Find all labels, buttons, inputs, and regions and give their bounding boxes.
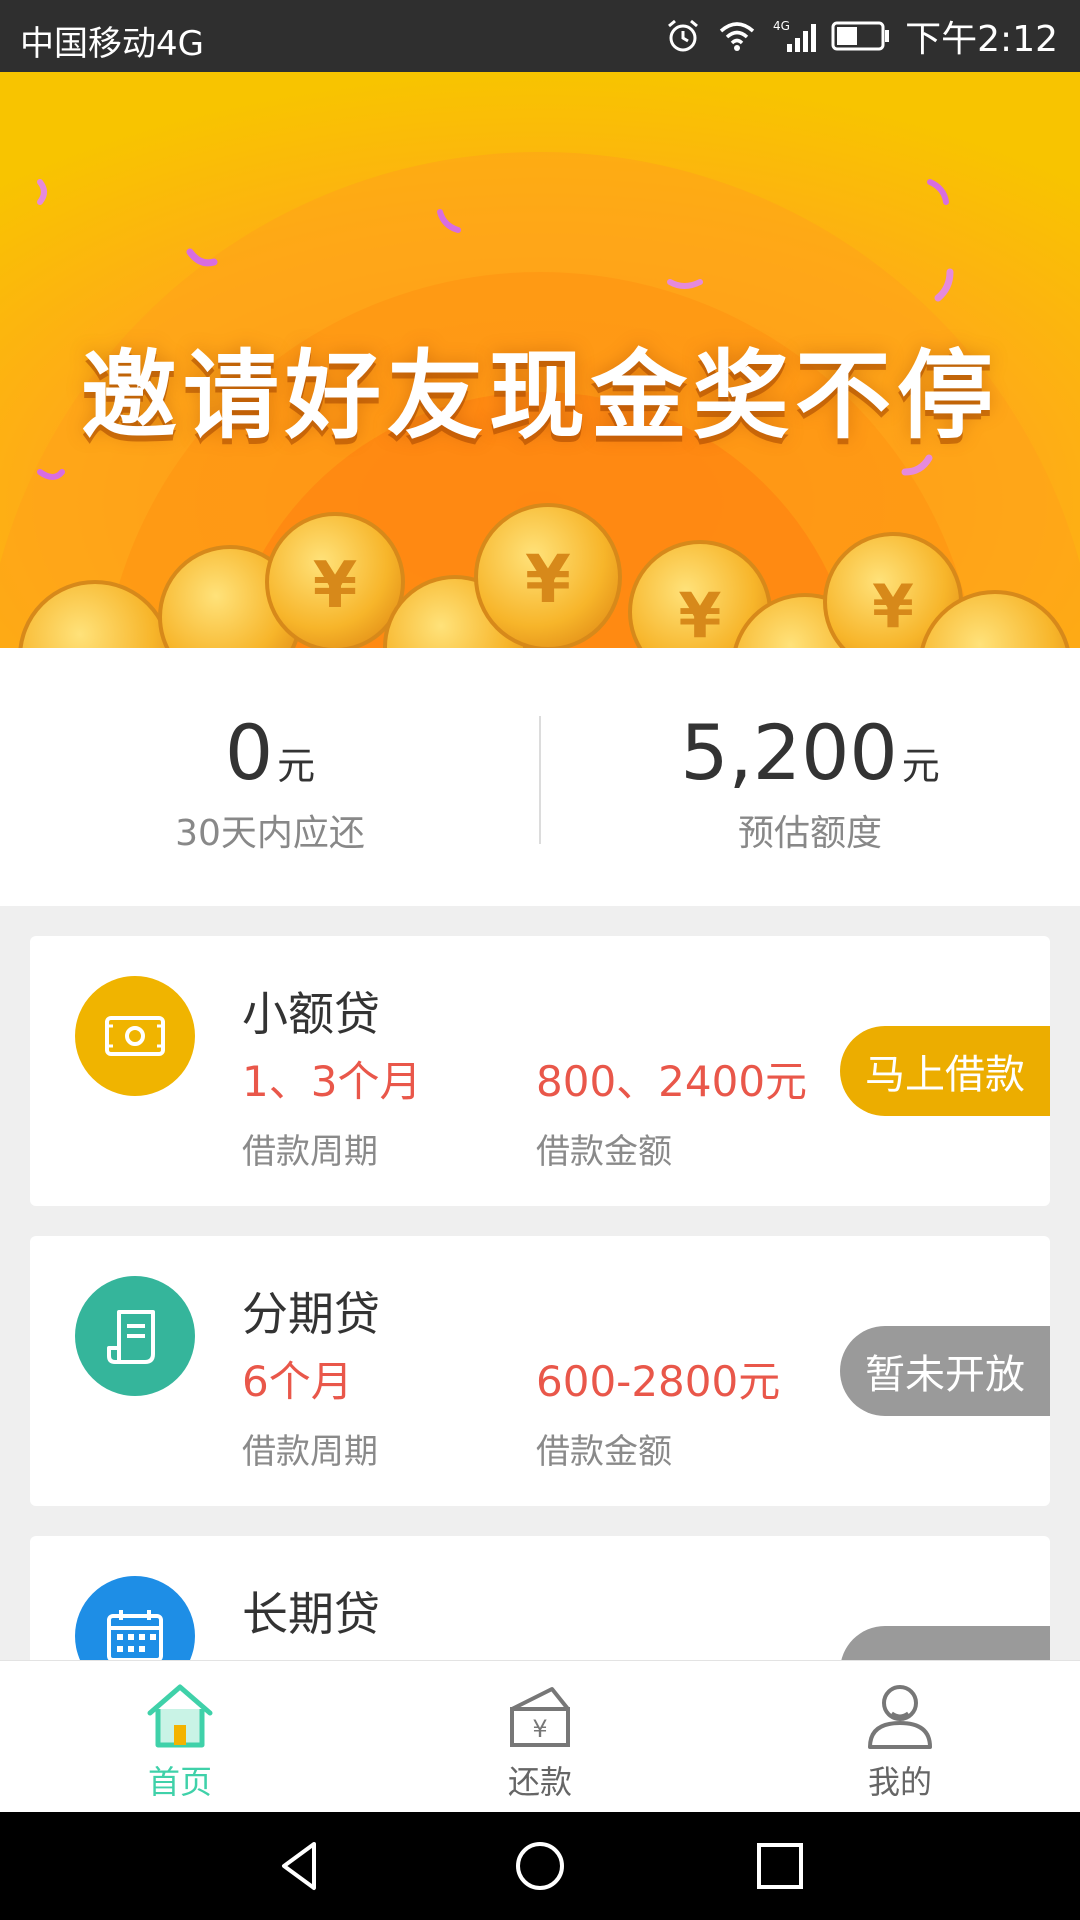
nav-label-home: 首页 bbox=[147, 1763, 212, 1801]
system-navigation-bar bbox=[0, 1812, 1080, 1920]
user-profile-icon bbox=[868, 1685, 932, 1749]
limit-label: 预估额度 bbox=[737, 813, 882, 854]
recents-square-icon[interactable] bbox=[750, 1836, 810, 1896]
scroll-document-icon bbox=[75, 1276, 195, 1396]
network-badge-text: 4G bbox=[773, 19, 790, 33]
home-icon bbox=[147, 1684, 213, 1748]
loan-amount-label: 借款金额 bbox=[536, 1132, 672, 1172]
nav-label-repayment: 还款 bbox=[507, 1763, 572, 1801]
svg-text:¥: ¥ bbox=[872, 572, 914, 642]
carrier-label: 中国移动4G bbox=[20, 24, 204, 64]
loan-amount: 600-2800元 bbox=[536, 1357, 781, 1406]
loan-period: 6个月 bbox=[242, 1357, 353, 1406]
bottom-navigation: 首页 ¥ 还款 我的 bbox=[0, 1660, 1080, 1813]
due-unit: 元 bbox=[277, 744, 316, 788]
borrow-now-button[interactable]: 马上借款 bbox=[840, 1026, 1050, 1116]
clock-time: 下午2:12 bbox=[905, 19, 1058, 60]
loan-card-small[interactable]: 小额贷 1、3个月 800、2400元 借款周期 借款金额 马上借款 bbox=[30, 936, 1050, 1206]
home-circle-icon[interactable] bbox=[510, 1836, 570, 1896]
svg-text:¥: ¥ bbox=[678, 579, 721, 648]
cash-icon bbox=[75, 976, 195, 1096]
status-icons: 4G 下午2:12 bbox=[663, 10, 1058, 62]
battery-icon bbox=[831, 16, 891, 56]
back-triangle-icon[interactable] bbox=[270, 1836, 330, 1896]
loan-title: 小额贷 bbox=[242, 987, 380, 1041]
due-amount: 0 bbox=[224, 708, 274, 797]
loan-amount: 800、2400元 bbox=[536, 1057, 808, 1106]
loan-amount-label: 借款金额 bbox=[536, 1432, 672, 1472]
loan-card-installment[interactable]: 分期贷 6个月 600-2800元 借款周期 借款金额 暂未开放 bbox=[30, 1236, 1050, 1506]
limit-amount: 5,200 bbox=[680, 708, 898, 797]
nav-item-home[interactable]: 首页 bbox=[0, 1675, 360, 1803]
loan-period: 1、3个月 bbox=[242, 1057, 422, 1106]
nav-label-profile: 我的 bbox=[867, 1763, 932, 1801]
svg-text:¥: ¥ bbox=[525, 541, 571, 618]
wifi-icon bbox=[717, 16, 757, 56]
loan-period-label: 借款周期 bbox=[242, 1432, 378, 1472]
limit-unit: 元 bbox=[901, 744, 940, 788]
promo-banner[interactable]: ¥ ¥ ¥ ¥ 邀请好友现金奖不停 bbox=[0, 72, 1080, 648]
not-open-button[interactable]: 暂未开放 bbox=[840, 1326, 1050, 1416]
nav-item-profile[interactable]: 我的 bbox=[720, 1675, 1080, 1803]
loan-title: 长期贷 bbox=[242, 1587, 380, 1641]
banner-headline: 邀请好友现金奖不停 bbox=[81, 340, 999, 452]
loan-period-label: 借款周期 bbox=[242, 1132, 378, 1172]
alarm-icon bbox=[663, 16, 703, 56]
due-label: 30天内应还 bbox=[175, 813, 365, 854]
nav-item-repayment[interactable]: ¥ 还款 bbox=[360, 1675, 720, 1803]
status-bar: 中国移动4G 4G 下午2:12 bbox=[0, 0, 1080, 72]
limit-summary[interactable]: 5,200 元 预估额度 bbox=[540, 708, 1080, 856]
repayment-envelope-icon: ¥ bbox=[510, 1687, 570, 1747]
account-summary: 0元 30天内应还 5,200 元 预估额度 bbox=[0, 648, 1080, 906]
due-summary[interactable]: 0元 30天内应还 bbox=[0, 708, 540, 856]
svg-text:¥: ¥ bbox=[532, 1715, 547, 1743]
cellular-signal-icon: 4G bbox=[771, 16, 817, 56]
app-root: 中国移动4G 4G 下午2:12 ¥ ¥ ¥ ¥ 邀请好友现金奖不停 0 元 3… bbox=[0, 0, 1080, 1920]
loan-title: 分期贷 bbox=[242, 1287, 380, 1341]
svg-text:¥: ¥ bbox=[313, 549, 358, 623]
